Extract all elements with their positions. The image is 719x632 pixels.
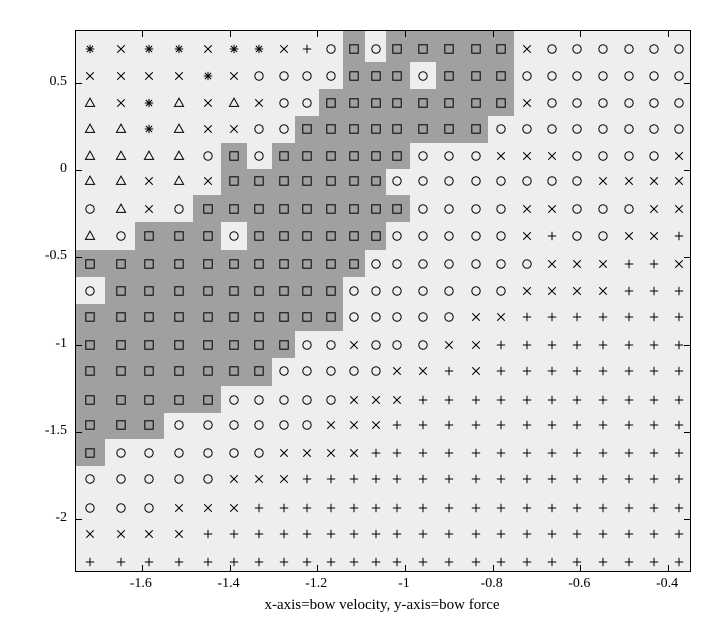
ytick-label: -2	[0, 510, 67, 526]
ytick-label: 0.5	[0, 74, 67, 90]
ytick-label: 0	[0, 161, 67, 177]
xtick-label: -0.6	[568, 576, 590, 592]
plot-content	[76, 31, 690, 571]
chart-container: -1.6 -1.4 -1.2 -1 -0.8 -0.6 -0.4 -2 -1.5 -1 -0.5 0…	[0, 0, 719, 632]
xtick-label: -1.4	[217, 576, 239, 592]
plot-area	[75, 30, 691, 572]
x-axis-label: x-axis=bow velocity, y-axis=bow force	[75, 597, 689, 614]
ytick-label: -1	[0, 336, 67, 352]
xtick-label: -0.4	[656, 576, 678, 592]
ytick-label: -1.5	[0, 423, 67, 439]
ytick-label: -0.5	[0, 248, 67, 264]
xtick-label: -1.6	[130, 576, 152, 592]
xtick-label: -1	[398, 576, 410, 592]
xtick-label: -0.8	[481, 576, 503, 592]
xtick-label: -1.2	[305, 576, 327, 592]
